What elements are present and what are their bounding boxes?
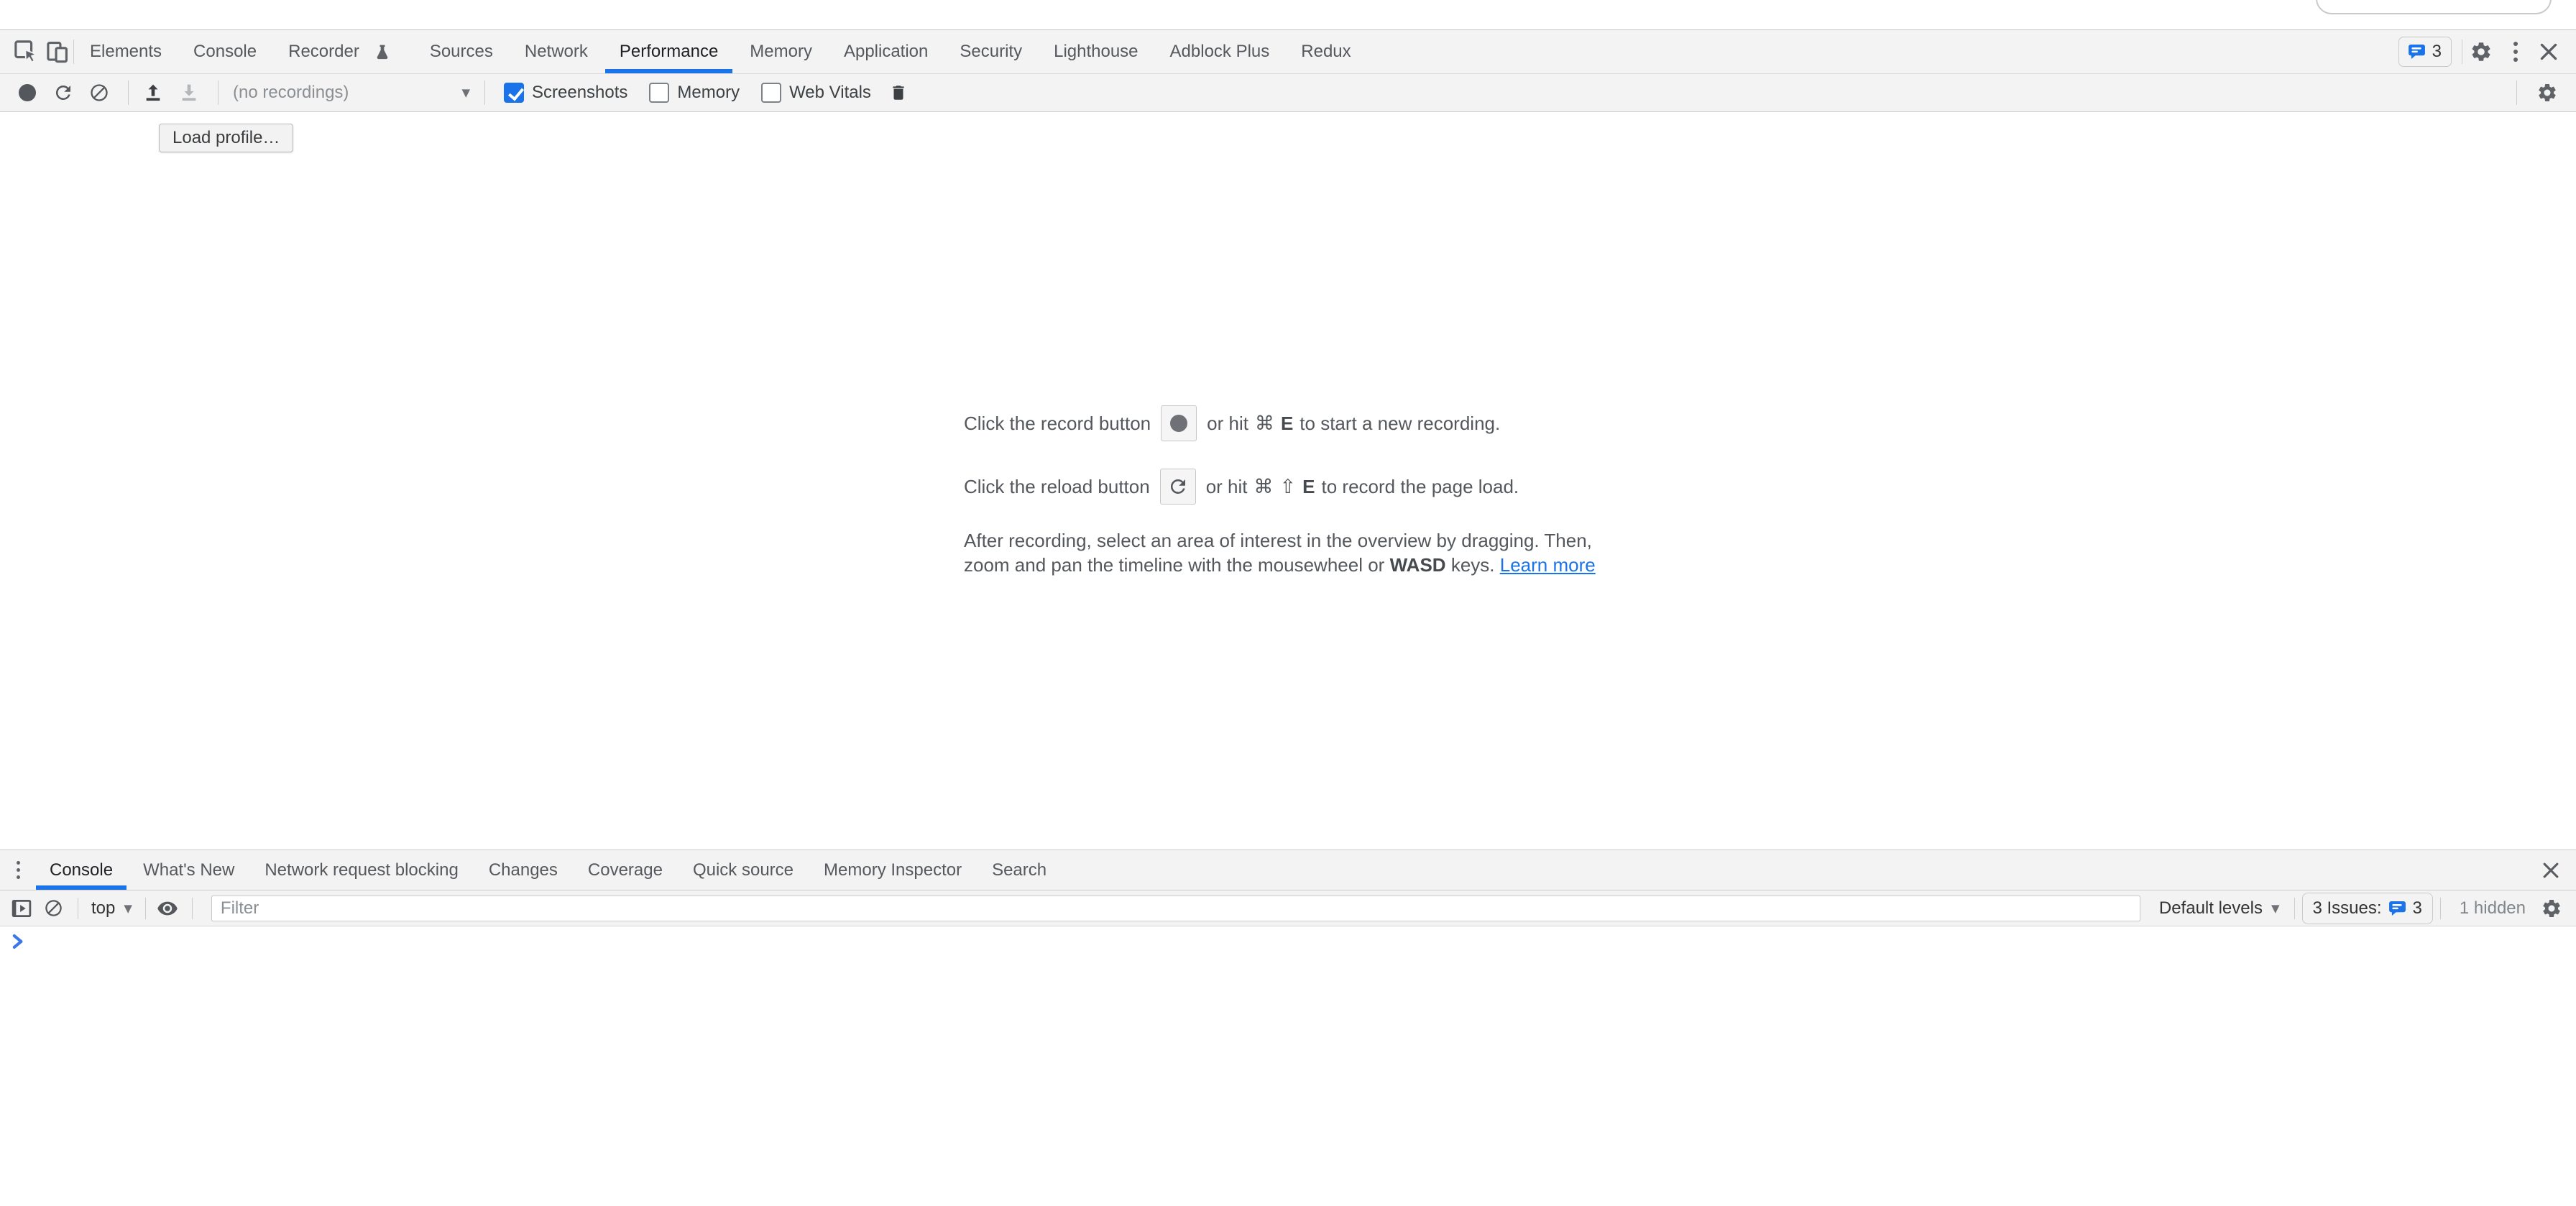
console-prompt-chevron-icon[interactable] xyxy=(12,934,26,951)
performance-panel-content: Load profile… Click the record button or… xyxy=(0,112,2576,850)
console-settings-gear-icon[interactable] xyxy=(2537,894,2566,923)
hidden-messages-label: 1 hidden xyxy=(2460,898,2526,919)
drawer-tabbar: Console What's New Network request block… xyxy=(0,850,2576,890)
divider xyxy=(128,80,129,105)
divider xyxy=(192,898,193,919)
memory-checkbox[interactable]: Memory xyxy=(649,83,740,103)
cmd-key-glyph: ⌘ xyxy=(1255,413,1274,435)
learn-more-link[interactable]: Learn more xyxy=(1500,554,1596,576)
issues-count: 3 xyxy=(2432,42,2442,62)
settings-gear-icon[interactable] xyxy=(2462,30,2500,73)
screenshots-checkbox[interactable]: Screenshots xyxy=(504,83,627,103)
drawer-tab-coverage[interactable]: Coverage xyxy=(573,850,678,890)
tab-elements[interactable]: Elements xyxy=(74,30,178,73)
drawer-tabs: Console What's New Network request block… xyxy=(34,850,1062,890)
tab-security[interactable]: Security xyxy=(944,30,1038,73)
log-levels-select[interactable]: Default levels ▼ xyxy=(2152,898,2287,919)
console-filter-input[interactable] xyxy=(211,896,2140,921)
divider xyxy=(2516,80,2517,105)
drawer-tab-network-request-blocking[interactable]: Network request blocking xyxy=(249,850,473,890)
chevron-down-icon: ▼ xyxy=(461,86,470,99)
clear-console-icon[interactable] xyxy=(39,894,68,923)
drawer-tab-memory-inspector[interactable]: Memory Inspector xyxy=(809,850,977,890)
cmd-key-glyph: ⌘ xyxy=(1254,476,1274,498)
performance-landing-instructions: Click the record button or hit ⌘ E to st… xyxy=(964,405,1596,577)
javascript-context-select[interactable]: top ▼ xyxy=(86,898,138,919)
inspect-element-icon[interactable] xyxy=(10,30,42,73)
reload-hint-row: Click the reload button or hit ⌘ ⇧ E to … xyxy=(964,468,1519,505)
browser-chrome-strip xyxy=(0,0,2576,29)
chevron-down-icon: ▼ xyxy=(2271,902,2280,915)
reload-and-record-button[interactable] xyxy=(47,77,79,109)
divider xyxy=(484,80,485,105)
close-drawer-button[interactable] xyxy=(2542,861,2560,880)
tab-application[interactable]: Application xyxy=(828,30,944,73)
issues-bubble-icon xyxy=(2409,45,2425,59)
divider xyxy=(2294,898,2295,919)
console-issues-count: 3 xyxy=(2413,898,2422,919)
drawer-tab-changes[interactable]: Changes xyxy=(474,850,573,890)
save-profile-button[interactable] xyxy=(173,77,205,109)
reload-button-illustration xyxy=(1160,469,1196,505)
devtools-main-tabbar: Elements Console Recorder Sources Networ… xyxy=(0,29,2576,74)
browser-popup-remnant xyxy=(2316,0,2552,14)
trash-icon[interactable] xyxy=(883,77,914,109)
shift-key-glyph: ⇧ xyxy=(1280,476,1297,498)
drawer-tab-console[interactable]: Console xyxy=(34,850,128,890)
performance-toolbar: (no recordings) ▼ Screenshots Memory Web… xyxy=(0,74,2576,112)
issues-bubble-icon xyxy=(2389,901,2406,916)
checkbox-unchecked-icon xyxy=(761,83,781,103)
panel-tabs: Elements Console Recorder Sources Networ… xyxy=(74,30,1367,73)
web-vitals-checkbox[interactable]: Web Vitals xyxy=(761,83,871,103)
close-devtools-button[interactable] xyxy=(2531,30,2566,73)
more-options-kebab-icon[interactable] xyxy=(2500,30,2531,73)
divider xyxy=(145,898,146,919)
console-toolbar: top ▼ Default levels ▼ 3 Issues: 3 1 hid… xyxy=(0,890,2576,926)
tab-redux[interactable]: Redux xyxy=(1285,30,1366,73)
tab-network[interactable]: Network xyxy=(509,30,604,73)
record-hint-row: Click the record button or hit ⌘ E to st… xyxy=(964,405,1500,442)
tab-memory[interactable]: Memory xyxy=(734,30,828,73)
tab-lighthouse[interactable]: Lighthouse xyxy=(1038,30,1154,73)
drawer-more-tabs-kebab-icon[interactable] xyxy=(9,861,27,879)
tab-recorder[interactable]: Recorder xyxy=(272,30,414,73)
drawer-tab-search[interactable]: Search xyxy=(977,850,1062,890)
checkbox-unchecked-icon xyxy=(649,83,669,103)
tab-sources[interactable]: Sources xyxy=(414,30,509,73)
console-sidebar-toggle-icon[interactable] xyxy=(7,894,36,923)
record-button-illustration xyxy=(1161,405,1197,441)
capture-settings-gear-icon[interactable] xyxy=(2531,77,2563,109)
chevron-down-icon: ▼ xyxy=(124,902,132,915)
tab-adblock-plus[interactable]: Adblock Plus xyxy=(1154,30,1286,73)
tab-performance[interactable]: Performance xyxy=(604,30,734,73)
drawer-tab-quick-source[interactable]: Quick source xyxy=(678,850,809,890)
drawer-tab-whats-new[interactable]: What's New xyxy=(128,850,249,890)
device-toolbar-icon[interactable] xyxy=(42,30,73,73)
record-dot-icon xyxy=(1170,415,1187,432)
clear-recordings-button[interactable] xyxy=(83,77,115,109)
load-profile-tooltip: Load profile… xyxy=(159,124,293,152)
tab-console[interactable]: Console xyxy=(178,30,272,73)
issues-counter-button[interactable]: 3 xyxy=(2398,37,2452,67)
recordings-select[interactable]: (no recordings) ▼ xyxy=(227,83,476,103)
flask-preview-icon xyxy=(367,44,398,60)
console-output-area[interactable] xyxy=(0,926,2576,1205)
reload-icon xyxy=(1167,476,1189,497)
record-button[interactable] xyxy=(12,77,43,109)
live-expression-eye-icon[interactable] xyxy=(153,894,182,923)
devtools-window: Elements Console Recorder Sources Networ… xyxy=(0,0,2576,1206)
usage-paragraph: After recording, select an area of inter… xyxy=(964,528,1596,577)
divider xyxy=(2440,898,2441,919)
console-issues-button[interactable]: 3 Issues: 3 xyxy=(2302,893,2433,924)
checkbox-checked-icon xyxy=(504,83,524,103)
load-profile-button[interactable] xyxy=(137,77,169,109)
